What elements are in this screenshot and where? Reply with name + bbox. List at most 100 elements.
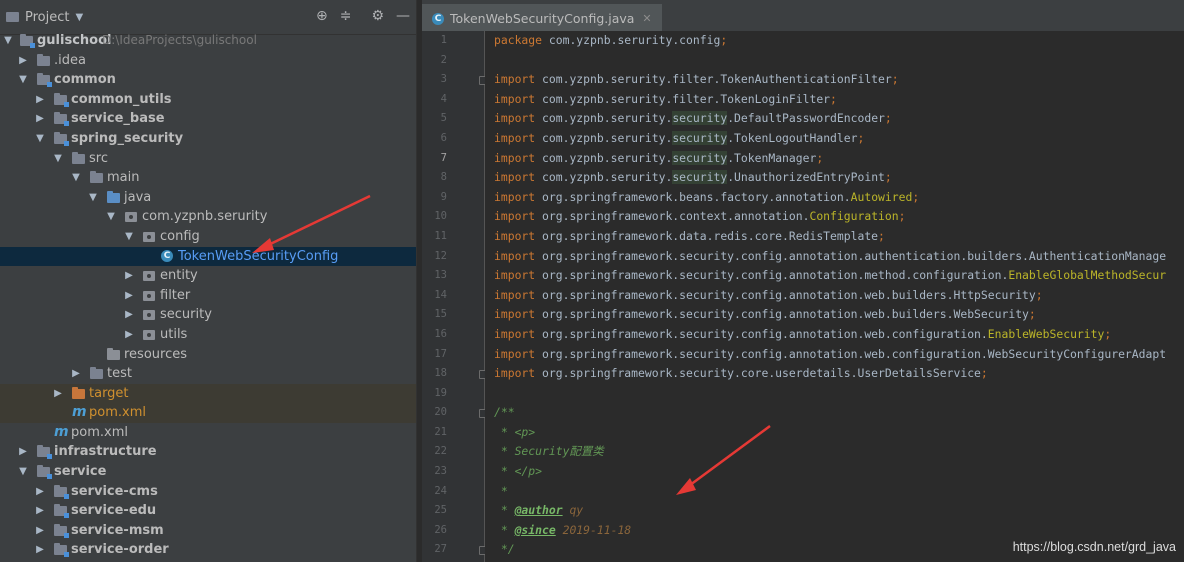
code-line[interactable]: import com.yzpnb.serurity.security.Defau… (485, 109, 1184, 129)
expand-arrow-icon[interactable]: ▼ (124, 227, 134, 247)
tree-item-idea[interactable]: ▶ .idea (0, 51, 416, 71)
tree-item-pom-xml[interactable]: m pom.xml (0, 423, 416, 443)
tree-item-label: java (124, 189, 152, 205)
tree-item-entity[interactable]: ▶ entity (0, 266, 416, 286)
tree-item-filter[interactable]: ▶ filter (0, 286, 416, 306)
code-line[interactable]: import org.springframework.security.conf… (485, 266, 1184, 286)
code-line[interactable]: import org.springframework.security.conf… (485, 286, 1184, 306)
expand-arrow-icon[interactable]: ▼ (18, 70, 28, 90)
line-number: 5 (440, 112, 447, 125)
tree-item-service-cms[interactable]: ▶ service-cms (0, 482, 416, 502)
tree-item-service-base[interactable]: ▶ service_base (0, 109, 416, 129)
tree-item-main[interactable]: ▼ main (0, 168, 416, 188)
line-number: 20 (422, 403, 488, 423)
collapsed-arrow-icon[interactable]: ▶ (124, 325, 134, 345)
tree-item-common[interactable]: ▼ common (0, 70, 416, 90)
code-line[interactable]: * Security配置类 (485, 442, 1184, 462)
module-folder-icon (54, 131, 69, 146)
close-icon[interactable]: ✕ (642, 12, 651, 25)
code-line[interactable]: import com.yzpnb.serurity.filter.TokenLo… (485, 90, 1184, 110)
code-line[interactable]: /** (485, 403, 1184, 423)
code-line[interactable]: * @author qy (485, 501, 1184, 521)
code-line[interactable] (485, 384, 1184, 404)
expand-arrow-icon[interactable]: ▼ (71, 168, 81, 188)
gear-icon[interactable]: ⚙ (371, 8, 384, 24)
code-line[interactable]: import org.springframework.context.annot… (485, 207, 1184, 227)
code-line[interactable]: * </p> (485, 462, 1184, 482)
collapsed-arrow-icon[interactable]: ▶ (35, 109, 45, 129)
expand-arrow-icon[interactable]: ▼ (106, 207, 116, 227)
tree-item-test[interactable]: ▶ test (0, 364, 416, 384)
tree-item-service-edu[interactable]: ▶ service-edu (0, 501, 416, 521)
class-icon: C (432, 12, 444, 25)
expand-arrow-icon[interactable]: ▼ (3, 31, 13, 51)
module-folder-icon (54, 92, 69, 107)
line-number: 26 (434, 523, 447, 536)
collapsed-arrow-icon[interactable]: ▶ (18, 51, 28, 71)
code-line[interactable]: * (485, 482, 1184, 502)
tree-item-infrastructure[interactable]: ▶ infrastructure (0, 442, 416, 462)
code-line[interactable] (485, 51, 1184, 71)
tree-item-label: service-edu (71, 503, 157, 519)
tree-item-target[interactable]: ▶ target (0, 383, 416, 404)
collapsed-arrow-icon[interactable]: ▶ (35, 90, 45, 110)
code-editor[interactable]: package com.yzpnb.serurity.config; impor… (485, 31, 1184, 562)
collapsed-arrow-icon[interactable]: ▶ (35, 521, 45, 541)
line-number: 2 (440, 53, 447, 66)
folder-icon (90, 171, 103, 184)
tree-item-label: service-order (71, 542, 169, 558)
tree-item-common-utils[interactable]: ▶ common_utils (0, 90, 416, 110)
code-line[interactable]: import org.springframework.beans.factory… (485, 188, 1184, 208)
code-line[interactable]: import com.yzpnb.serurity.security.Token… (485, 149, 1184, 169)
tree-item-pom-xml[interactable]: m pom.xml (0, 403, 416, 423)
dropdown-arrow-icon[interactable]: ▼ (75, 12, 83, 23)
line-number-gutter: 1 2 3 4 5 6 7 8 9 10 11 12 13 14 15 16 1… (422, 31, 488, 562)
expand-arrow-icon[interactable]: ▼ (35, 129, 45, 149)
tree-item-service-order[interactable]: ▶ service-order (0, 540, 416, 560)
collapsed-arrow-icon[interactable]: ▶ (35, 482, 45, 502)
code-line[interactable]: import org.springframework.security.conf… (485, 247, 1184, 267)
package-icon (143, 271, 155, 282)
collapsed-arrow-icon[interactable]: ▶ (35, 540, 45, 560)
package-icon (143, 310, 155, 321)
expand-arrow-icon[interactable]: ▼ (88, 188, 98, 208)
code-line[interactable]: import org.springframework.security.conf… (485, 305, 1184, 325)
tree-item-utils[interactable]: ▶ utils (0, 325, 416, 345)
code-line[interactable]: import org.springframework.security.conf… (485, 325, 1184, 345)
tree-item-gulischool[interactable]: ▼ gulischool D:\IdeaProjects\gulischool (0, 31, 416, 51)
collapsed-arrow-icon[interactable]: ▶ (124, 286, 134, 306)
tree-item-resources[interactable]: resources (0, 345, 416, 365)
collapsed-arrow-icon[interactable]: ▶ (18, 442, 28, 462)
folder-icon (90, 367, 103, 380)
code-line[interactable]: import org.springframework.security.conf… (485, 345, 1184, 365)
locate-icon[interactable]: ⊕ (316, 8, 328, 24)
code-line[interactable]: package com.yzpnb.serurity.config; (485, 31, 1184, 51)
collapsed-arrow-icon[interactable]: ▶ (35, 501, 45, 521)
code-line[interactable]: import com.yzpnb.serurity.filter.TokenAu… (485, 70, 1184, 90)
collapse-all-icon[interactable]: ≑ (340, 8, 352, 24)
tree-item-spring-security[interactable]: ▼ spring_security (0, 129, 416, 149)
code-line[interactable]: * <p> (485, 423, 1184, 443)
code-line[interactable]: import org.springframework.security.core… (485, 364, 1184, 384)
line-number: 22 (434, 445, 447, 458)
minimize-icon[interactable]: — (396, 8, 410, 24)
tree-item-service-msm[interactable]: ▶ service-msm (0, 521, 416, 541)
expand-arrow-icon[interactable]: ▼ (53, 149, 63, 169)
project-view-title[interactable]: Project (25, 10, 69, 25)
project-panel-header: Project ▼ ⊕ ≑ ⚙ — (0, 0, 416, 35)
tree-item-service[interactable]: ▼ service (0, 462, 416, 482)
code-line[interactable]: import com.yzpnb.serurity.security.Token… (485, 129, 1184, 149)
tree-item-label: src (89, 150, 108, 166)
collapsed-arrow-icon[interactable]: ▶ (124, 266, 134, 286)
tree-item-security[interactable]: ▶ security (0, 305, 416, 325)
expand-arrow-icon[interactable]: ▼ (18, 462, 28, 482)
tree-item-label: service-cms (71, 483, 158, 499)
tree-item-label: service_base (71, 111, 165, 127)
collapsed-arrow-icon[interactable]: ▶ (53, 384, 63, 404)
code-line[interactable]: * @since 2019-11-18 (485, 521, 1184, 541)
collapsed-arrow-icon[interactable]: ▶ (71, 364, 81, 384)
code-line[interactable]: import org.springframework.data.redis.co… (485, 227, 1184, 247)
code-line[interactable]: import com.yzpnb.serurity.security.Unaut… (485, 168, 1184, 188)
tree-item-src[interactable]: ▼ src (0, 149, 416, 169)
collapsed-arrow-icon[interactable]: ▶ (124, 305, 134, 325)
